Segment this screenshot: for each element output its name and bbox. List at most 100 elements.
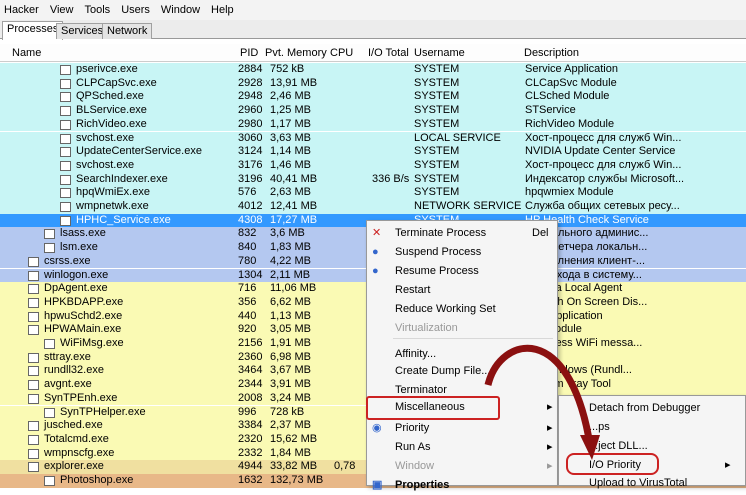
process-icon xyxy=(60,202,71,212)
submenu-item[interactable]: Upload to VirusTotal xyxy=(559,474,745,493)
process-description: Service Application xyxy=(525,63,618,75)
process-name: wmpnscfg.exe xyxy=(44,446,115,459)
process-pid: 832 xyxy=(238,227,257,240)
table-row[interactable]: wmpnetwk.exe 4012 12,41 MB NETWORK SERVICE С… xyxy=(0,200,746,214)
context-menu-label: Run As xyxy=(395,441,431,453)
process-description: NVIDIA Update Center Service xyxy=(525,145,676,158)
context-menu-item[interactable]: ● Suspend Process xyxy=(367,243,557,262)
tab-processes[interactable]: Processes xyxy=(2,21,64,40)
process-memory: 2,37 MB xyxy=(270,419,311,432)
table-row[interactable]: RichVideo.exe 2980 1,17 MB SYSTEM RichVideo … xyxy=(0,117,746,132)
process-icon xyxy=(28,448,39,459)
process-username: SYSTEM xyxy=(414,172,460,185)
process-memory: 3,63 MB xyxy=(270,131,311,144)
process-name: WiFiMsg.exe xyxy=(60,337,124,349)
process-pid: 2360 xyxy=(238,350,263,363)
menu-hacker[interactable]: Hacker xyxy=(4,4,39,16)
process-icon xyxy=(28,462,39,473)
process-memory: 1,83 MB xyxy=(270,241,311,254)
table-row[interactable]: pserivce.exe 2884 752 kB SYSTEM Service Appl… xyxy=(0,63,746,77)
process-memory: 11,06 MB xyxy=(270,282,317,295)
process-icon xyxy=(28,270,39,281)
submenu-label: Detach from Debugger xyxy=(589,402,701,414)
process-name: Totalcmd.exe xyxy=(44,432,109,445)
process-memory: 3,05 MB xyxy=(270,323,311,336)
process-name: pserivce.exe xyxy=(76,63,138,75)
process-username: SYSTEM xyxy=(414,90,460,103)
menu-window[interactable]: Window xyxy=(161,4,200,16)
process-memory: 12,41 MB xyxy=(270,200,318,212)
table-row[interactable]: hpqWmiEx.exe 576 2,63 MB SYSTEM hpqwmiex Mod… xyxy=(0,186,746,200)
table-row[interactable]: SearchIndexer.exe 3196 40,41 MB 336 B/s SYST… xyxy=(0,172,746,187)
context-menu-label: Restart xyxy=(395,284,431,296)
tab-services[interactable]: Services xyxy=(56,23,109,39)
process-name: sttray.exe xyxy=(44,350,91,363)
process-pid: 4308 xyxy=(238,213,263,226)
process-pid: 996 xyxy=(238,405,257,418)
process-pid: 3060 xyxy=(238,131,263,144)
context-menu-label: Virtualization xyxy=(395,322,458,334)
process-description: Хост-процесс для служб Win... xyxy=(525,158,682,171)
col-username[interactable]: Username xyxy=(414,47,465,59)
table-row[interactable]: UpdateCenterService.exe 3124 1,14 MB SYSTEM… xyxy=(0,145,746,159)
tab-strip: Processes Services Network xyxy=(0,20,746,40)
x-icon: ✕ xyxy=(372,227,382,239)
process-name: explorer.exe xyxy=(44,460,104,473)
process-memory: 2,46 MB xyxy=(270,90,311,103)
process-pid: 3384 xyxy=(238,419,263,432)
process-memory: 4,22 MB xyxy=(270,254,311,267)
process-memory: 33,82 MB xyxy=(270,460,318,473)
context-menu-item[interactable]: Reduce Working Set xyxy=(367,300,557,319)
table-row[interactable]: CLPCapSvc.exe 2928 13,91 MB SYSTEM CLCapSvc … xyxy=(0,76,746,91)
process-icon xyxy=(60,188,71,199)
process-memory: 17,27 MB xyxy=(270,213,318,226)
process-pid: 1304 xyxy=(238,268,263,281)
process-icon xyxy=(60,174,71,185)
context-menu-item[interactable]: ● Resume Process xyxy=(367,262,557,281)
tab-network[interactable]: Network xyxy=(102,23,153,39)
process-icon xyxy=(28,325,39,336)
table-row[interactable]: BLService.exe 2960 1,25 MB SYSTEM STService xyxy=(0,104,746,118)
table-row[interactable]: QPSched.exe 2948 2,46 MB SYSTEM CLSched Modu… xyxy=(0,90,746,105)
col-pid[interactable]: PID xyxy=(240,47,258,59)
col-io-total[interactable]: I/O Total xyxy=(368,47,409,59)
table-row[interactable]: svchost.exe 3176 1,46 MB SYSTEM Хост-процесс… xyxy=(0,158,746,173)
process-name: hpqWmiEx.exe xyxy=(76,186,150,199)
process-pid: 2332 xyxy=(238,446,263,459)
col-cpu[interactable]: CPU xyxy=(330,47,353,59)
process-icon xyxy=(60,160,71,171)
process-pid: 840 xyxy=(238,241,257,254)
process-pid: 3196 xyxy=(238,172,263,185)
col-description[interactable]: Description xyxy=(524,47,579,59)
process-username: SYSTEM xyxy=(414,186,460,199)
context-menu-item[interactable]: Restart xyxy=(367,281,557,300)
process-memory: 15,62 MB xyxy=(270,432,318,445)
menu-tools[interactable]: Tools xyxy=(85,4,111,16)
menu-view[interactable]: View xyxy=(50,4,74,16)
process-pid: 2008 xyxy=(238,391,263,404)
process-icon xyxy=(44,243,55,254)
col-name[interactable]: Name xyxy=(12,47,41,59)
process-memory: 1,17 MB xyxy=(270,117,311,130)
process-io: 336 B/s xyxy=(372,172,410,185)
process-pid: 440 xyxy=(238,309,257,322)
process-username: LOCAL SERVICE xyxy=(414,131,501,144)
process-memory: 752 kB xyxy=(270,63,305,75)
col-pvt-memory[interactable]: Pvt. Memory xyxy=(265,47,327,59)
context-menu-item[interactable]: ✕ Terminate Process Del xyxy=(367,224,557,243)
context-menu-label: Reduce Working Set xyxy=(395,303,496,315)
menu-help[interactable]: Help xyxy=(211,4,234,16)
process-description: Индексатор службы Microsoft... xyxy=(525,172,685,185)
process-pid: 3124 xyxy=(238,145,263,158)
process-pid: 3176 xyxy=(238,158,263,171)
process-pid: 2320 xyxy=(238,432,263,445)
process-icon xyxy=(60,78,71,89)
process-memory: 2,11 MB xyxy=(270,268,311,281)
process-name: avgnt.exe xyxy=(44,378,92,391)
process-name: rundll32.exe xyxy=(44,364,104,377)
process-name: svchost.exe xyxy=(76,131,135,144)
menu-users[interactable]: Users xyxy=(121,4,150,16)
process-icon xyxy=(44,407,55,418)
table-row[interactable]: svchost.exe 3060 3,63 MB LOCAL SERVICE Хост-… xyxy=(0,131,746,146)
process-name: wmpnetwk.exe xyxy=(76,200,149,212)
